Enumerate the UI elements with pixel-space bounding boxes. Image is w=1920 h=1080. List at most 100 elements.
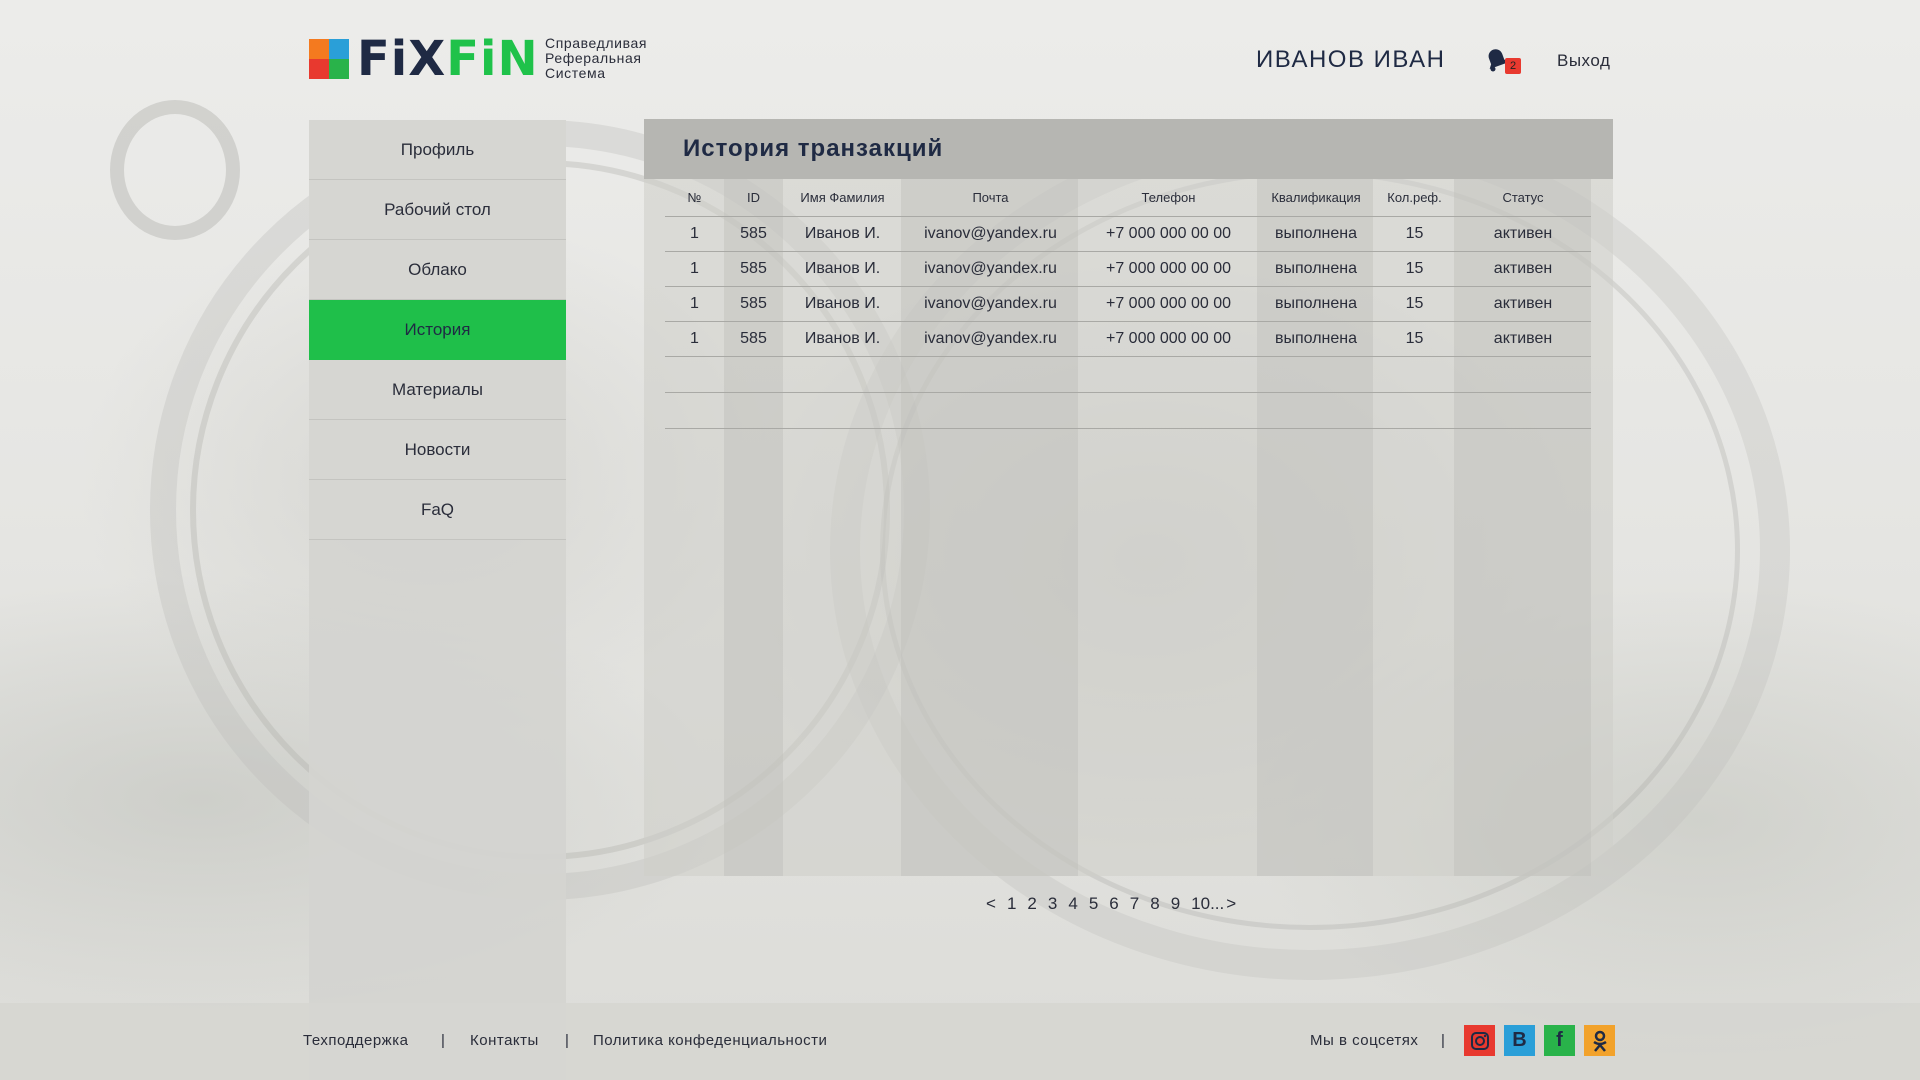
pagination-page[interactable]: 5 xyxy=(1089,894,1098,914)
tagline-line: Реферальная xyxy=(545,50,642,66)
footer-separator: | xyxy=(1441,1032,1445,1049)
column-header[interactable]: Статус xyxy=(1455,179,1591,217)
sidebar-item-news[interactable]: Новости xyxy=(309,420,566,480)
instagram-icon[interactable] xyxy=(1464,1025,1495,1056)
sidebar-item-history[interactable]: История xyxy=(309,300,566,360)
cell-phone: +7 000 000 00 00 xyxy=(1079,321,1258,357)
cell-qualification: выполнена xyxy=(1258,321,1374,357)
pagination-prev[interactable]: < xyxy=(986,894,996,914)
pagination-page[interactable]: 6 xyxy=(1109,894,1118,914)
pagination-page[interactable]: 2 xyxy=(1027,894,1036,914)
cell-email: ivanov@yandex.ru xyxy=(902,321,1079,357)
footer-privacy-link[interactable]: Политика конфеденциальности xyxy=(593,1032,827,1049)
footer: Техподдержка | Контакты | Политика конфе… xyxy=(0,1003,1920,1080)
page-title: История транзакций xyxy=(683,135,944,162)
table-row[interactable]: 1 585 Иванов И. ivanov@yandex.ru +7 000 … xyxy=(665,251,1591,287)
facebook-icon[interactable]: f xyxy=(1544,1025,1575,1056)
cell-status: активен xyxy=(1455,321,1591,357)
transactions-panel: История транзакций № ID Имя Фамилия Почт… xyxy=(644,119,1613,876)
cell-phone: +7 000 000 00 00 xyxy=(1079,216,1258,252)
tagline: Справедливая Реферальная Система xyxy=(545,36,647,81)
pagination-page[interactable]: 3 xyxy=(1048,894,1057,914)
footer-support-link[interactable]: Техподдержка xyxy=(303,1032,408,1049)
cell-referrals: 15 xyxy=(1374,216,1455,252)
column-header[interactable]: Телефон xyxy=(1079,179,1258,217)
column-header[interactable]: Квалификация xyxy=(1258,179,1374,217)
table-header-row: № ID Имя Фамилия Почта Телефон Квалифика… xyxy=(665,179,1591,217)
cell-status: активен xyxy=(1455,286,1591,322)
cell-email: ivanov@yandex.ru xyxy=(902,251,1079,287)
pagination-next[interactable]: > xyxy=(1226,894,1236,914)
panel-header: История транзакций xyxy=(644,119,1613,179)
cell-id: 585 xyxy=(724,286,783,322)
odnoklassniki-icon[interactable] xyxy=(1584,1025,1615,1056)
column-header[interactable]: Кол.реф. xyxy=(1374,179,1455,217)
cell-email: ivanov@yandex.ru xyxy=(902,216,1079,252)
cell-id: 585 xyxy=(724,216,783,252)
cell-number: 1 xyxy=(665,321,724,357)
pagination-page[interactable]: 8 xyxy=(1150,894,1159,914)
footer-contacts-link[interactable]: Контакты xyxy=(470,1032,539,1049)
vk-icon[interactable]: В xyxy=(1504,1025,1535,1056)
transactions-table: № ID Имя Фамилия Почта Телефон Квалифика… xyxy=(665,179,1591,429)
notifications-button[interactable]: 2 xyxy=(1483,46,1521,76)
logo[interactable]: FiXFiN xyxy=(309,35,539,83)
sidebar-item-profile[interactable]: Профиль xyxy=(309,120,566,180)
table-row[interactable]: 1 585 Иванов И. ivanov@yandex.ru +7 000 … xyxy=(665,216,1591,252)
cell-id: 585 xyxy=(724,251,783,287)
notification-count-badge: 2 xyxy=(1505,58,1521,74)
cell-id: 585 xyxy=(724,321,783,357)
header: FiXFiN Справедливая Реферальная Система … xyxy=(0,0,1920,120)
cell-name: Иванов И. xyxy=(783,321,902,357)
background-pendant-ring xyxy=(110,100,240,240)
table-row-empty xyxy=(665,392,1591,429)
cell-phone: +7 000 000 00 00 xyxy=(1079,251,1258,287)
sidebar-item-materials[interactable]: Материалы xyxy=(309,360,566,420)
cell-referrals: 15 xyxy=(1374,321,1455,357)
table-row[interactable]: 1 585 Иванов И. ivanov@yandex.ru +7 000 … xyxy=(665,286,1591,322)
cell-name: Иванов И. xyxy=(783,251,902,287)
cell-number: 1 xyxy=(665,286,724,322)
table-row-empty xyxy=(665,356,1591,393)
logo-fin: FiN xyxy=(446,31,539,87)
sidebar-item-cloud[interactable]: Облако xyxy=(309,240,566,300)
cell-number: 1 xyxy=(665,216,724,252)
cell-email: ivanov@yandex.ru xyxy=(902,286,1079,322)
pagination: < 1 2 3 4 5 6 7 8 9 10... > xyxy=(986,894,1236,914)
cell-name: Иванов И. xyxy=(783,286,902,322)
footer-separator: | xyxy=(441,1032,445,1049)
logout-link[interactable]: Выход xyxy=(1557,51,1610,71)
cell-qualification: выполнена xyxy=(1258,216,1374,252)
table-row[interactable]: 1 585 Иванов И. ivanov@yandex.ru +7 000 … xyxy=(665,321,1591,357)
logo-text: FiXFiN xyxy=(357,35,539,83)
pagination-page[interactable]: 7 xyxy=(1130,894,1139,914)
social-label: Мы в соцсетях xyxy=(1310,1032,1419,1049)
sidebar-item-faq[interactable]: FaQ xyxy=(309,480,566,540)
cell-referrals: 15 xyxy=(1374,251,1455,287)
pagination-page[interactable]: 1 xyxy=(1007,894,1016,914)
cell-name: Иванов И. xyxy=(783,216,902,252)
sidebar-item-desktop[interactable]: Рабочий стол xyxy=(309,180,566,240)
cell-qualification: выполнена xyxy=(1258,286,1374,322)
column-header[interactable]: ID xyxy=(724,179,783,217)
table-area: № ID Имя Фамилия Почта Телефон Квалифика… xyxy=(644,179,1613,876)
tagline-line: Система xyxy=(545,65,606,81)
pagination-page[interactable]: 9 xyxy=(1171,894,1180,914)
pagination-page[interactable]: 10... xyxy=(1191,894,1224,914)
cell-referrals: 15 xyxy=(1374,286,1455,322)
tagline-line: Справедливая xyxy=(545,35,648,51)
footer-separator: | xyxy=(565,1032,569,1049)
column-header[interactable]: Имя Фамилия xyxy=(783,179,902,217)
column-header[interactable]: № xyxy=(665,179,724,217)
column-header[interactable]: Почта xyxy=(902,179,1079,217)
cell-number: 1 xyxy=(665,251,724,287)
sidebar: Профиль Рабочий стол Облако История Мате… xyxy=(309,120,566,1080)
cell-phone: +7 000 000 00 00 xyxy=(1079,286,1258,322)
logo-mark-icon xyxy=(309,39,349,79)
user-name[interactable]: ИВАНОВ ИВАН xyxy=(1256,46,1445,74)
logo-fix: FiX xyxy=(357,31,447,87)
cell-status: активен xyxy=(1455,216,1591,252)
cell-qualification: выполнена xyxy=(1258,251,1374,287)
cell-status: активен xyxy=(1455,251,1591,287)
pagination-page[interactable]: 4 xyxy=(1068,894,1077,914)
